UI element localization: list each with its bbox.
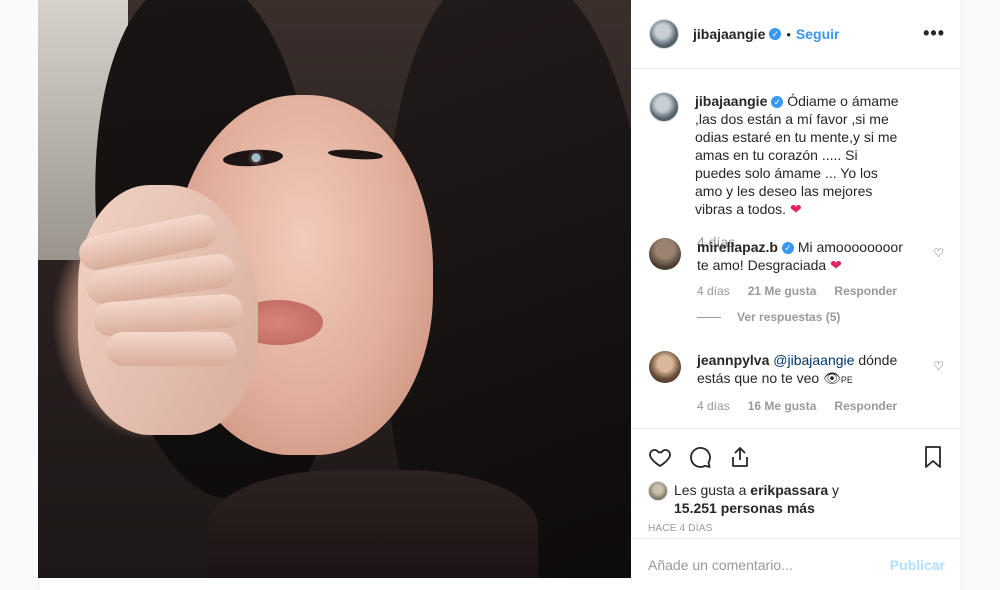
comment-age[interactable]: 4 días xyxy=(697,284,730,298)
follow-button[interactable]: Seguir xyxy=(796,26,840,42)
caption-avatar[interactable] xyxy=(649,92,679,122)
replies-line-icon xyxy=(697,316,721,318)
comment-meta: 4 días 16 Me gusta Responder xyxy=(697,399,949,413)
header-separator: • xyxy=(786,26,791,42)
photo-shirt xyxy=(208,470,538,578)
commenter-avatar[interactable] xyxy=(649,351,681,383)
comment-composer: Publicar xyxy=(632,538,961,590)
liker-username[interactable]: erikpassara xyxy=(750,482,828,498)
verified-badge-icon: ✓ xyxy=(769,28,782,40)
liked-prefix: Les gusta a xyxy=(674,482,747,498)
caption-username[interactable]: jibajaangie xyxy=(695,93,767,109)
publish-button[interactable]: Publicar xyxy=(890,557,945,573)
view-replies-label: Ver respuestas (5) xyxy=(737,310,841,324)
comment: jeannpylva @jibajaangie dónde estás que … xyxy=(649,351,949,413)
comment-like-heart-icon[interactable]: ♡ xyxy=(933,359,944,373)
verified-badge-icon: ✓ xyxy=(771,96,784,109)
comment-trail: PE xyxy=(840,375,853,385)
liker-avatar[interactable] xyxy=(648,481,668,501)
bookmark-icon[interactable] xyxy=(921,445,945,469)
post-photo[interactable] xyxy=(38,0,631,578)
comment-bubble-icon[interactable] xyxy=(688,445,712,469)
like-heart-icon[interactable] xyxy=(648,445,672,469)
comment-text-block: jeannpylva @jibajaangie dónde estás que … xyxy=(697,351,907,389)
post-header: jibajaangie ✓ • Seguir ••• xyxy=(632,0,961,69)
action-icons xyxy=(648,437,945,477)
caption-text-block: jibajaangie ✓ Ódiame o ámame ,las dos est… xyxy=(695,92,905,218)
post-side-panel: jibajaangie ✓ • Seguir ••• jibajaangie ✓ … xyxy=(632,0,961,590)
comment-mention[interactable]: @jibajaangie xyxy=(773,352,854,368)
comment-meta: 4 días 21 Me gusta Responder xyxy=(697,284,949,298)
liked-by: Les gusta a erikpassara y 15.251 persona… xyxy=(648,481,945,517)
liked-and: y xyxy=(832,482,840,498)
liked-by-text: Les gusta a erikpassara y 15.251 persona… xyxy=(674,481,839,517)
caption-text: Ódiame o ámame ,las dos están a mí favor… xyxy=(695,93,899,217)
comment-input[interactable] xyxy=(648,556,890,573)
reply-button[interactable]: Responder xyxy=(834,399,897,413)
comment-username[interactable]: mirellapaz.b xyxy=(697,239,778,255)
comment-like-heart-icon[interactable]: ♡ xyxy=(933,246,944,260)
author-username[interactable]: jibajaangie xyxy=(693,26,765,42)
caption: jibajaangie ✓ Ódiame o ámame ,las dos est… xyxy=(649,92,949,250)
red-heart-emoji-icon: ❤ xyxy=(830,257,842,273)
share-icon[interactable] xyxy=(728,445,752,469)
comment-age[interactable]: 4 días xyxy=(697,399,730,413)
view-replies-button[interactable]: Ver respuestas (5) xyxy=(697,310,949,324)
photo-finger xyxy=(106,332,236,366)
commenter-avatar[interactable] xyxy=(649,238,681,270)
comments-list[interactable]: jibajaangie ✓ Ódiame o ámame ,las dos est… xyxy=(632,70,961,428)
comment-text-block: mirellapaz.b ✓ Mi amoooooooor te amo! Des… xyxy=(697,238,907,274)
post-timestamp[interactable]: HACE 4 DÍAS xyxy=(648,523,945,534)
post-actions: Les gusta a erikpassara y 15.251 persona… xyxy=(632,428,961,534)
red-heart-emoji-icon: ❤ xyxy=(789,201,802,217)
verified-badge-icon: ✓ xyxy=(781,242,794,255)
comment-likes[interactable]: 21 Me gusta xyxy=(748,284,817,298)
likes-count[interactable]: 15.251 personas más xyxy=(674,500,815,516)
comment: mirellapaz.b ✓ Mi amoooooooor te amo! Des… xyxy=(649,238,949,324)
eye-emoji-icon: 👁 xyxy=(823,370,841,386)
comment-username[interactable]: jeannpylva xyxy=(697,352,769,368)
more-options-icon[interactable]: ••• xyxy=(923,23,945,44)
reply-button[interactable]: Responder xyxy=(834,284,897,298)
author-avatar[interactable] xyxy=(649,19,679,49)
comment-likes[interactable]: 16 Me gusta xyxy=(748,399,817,413)
